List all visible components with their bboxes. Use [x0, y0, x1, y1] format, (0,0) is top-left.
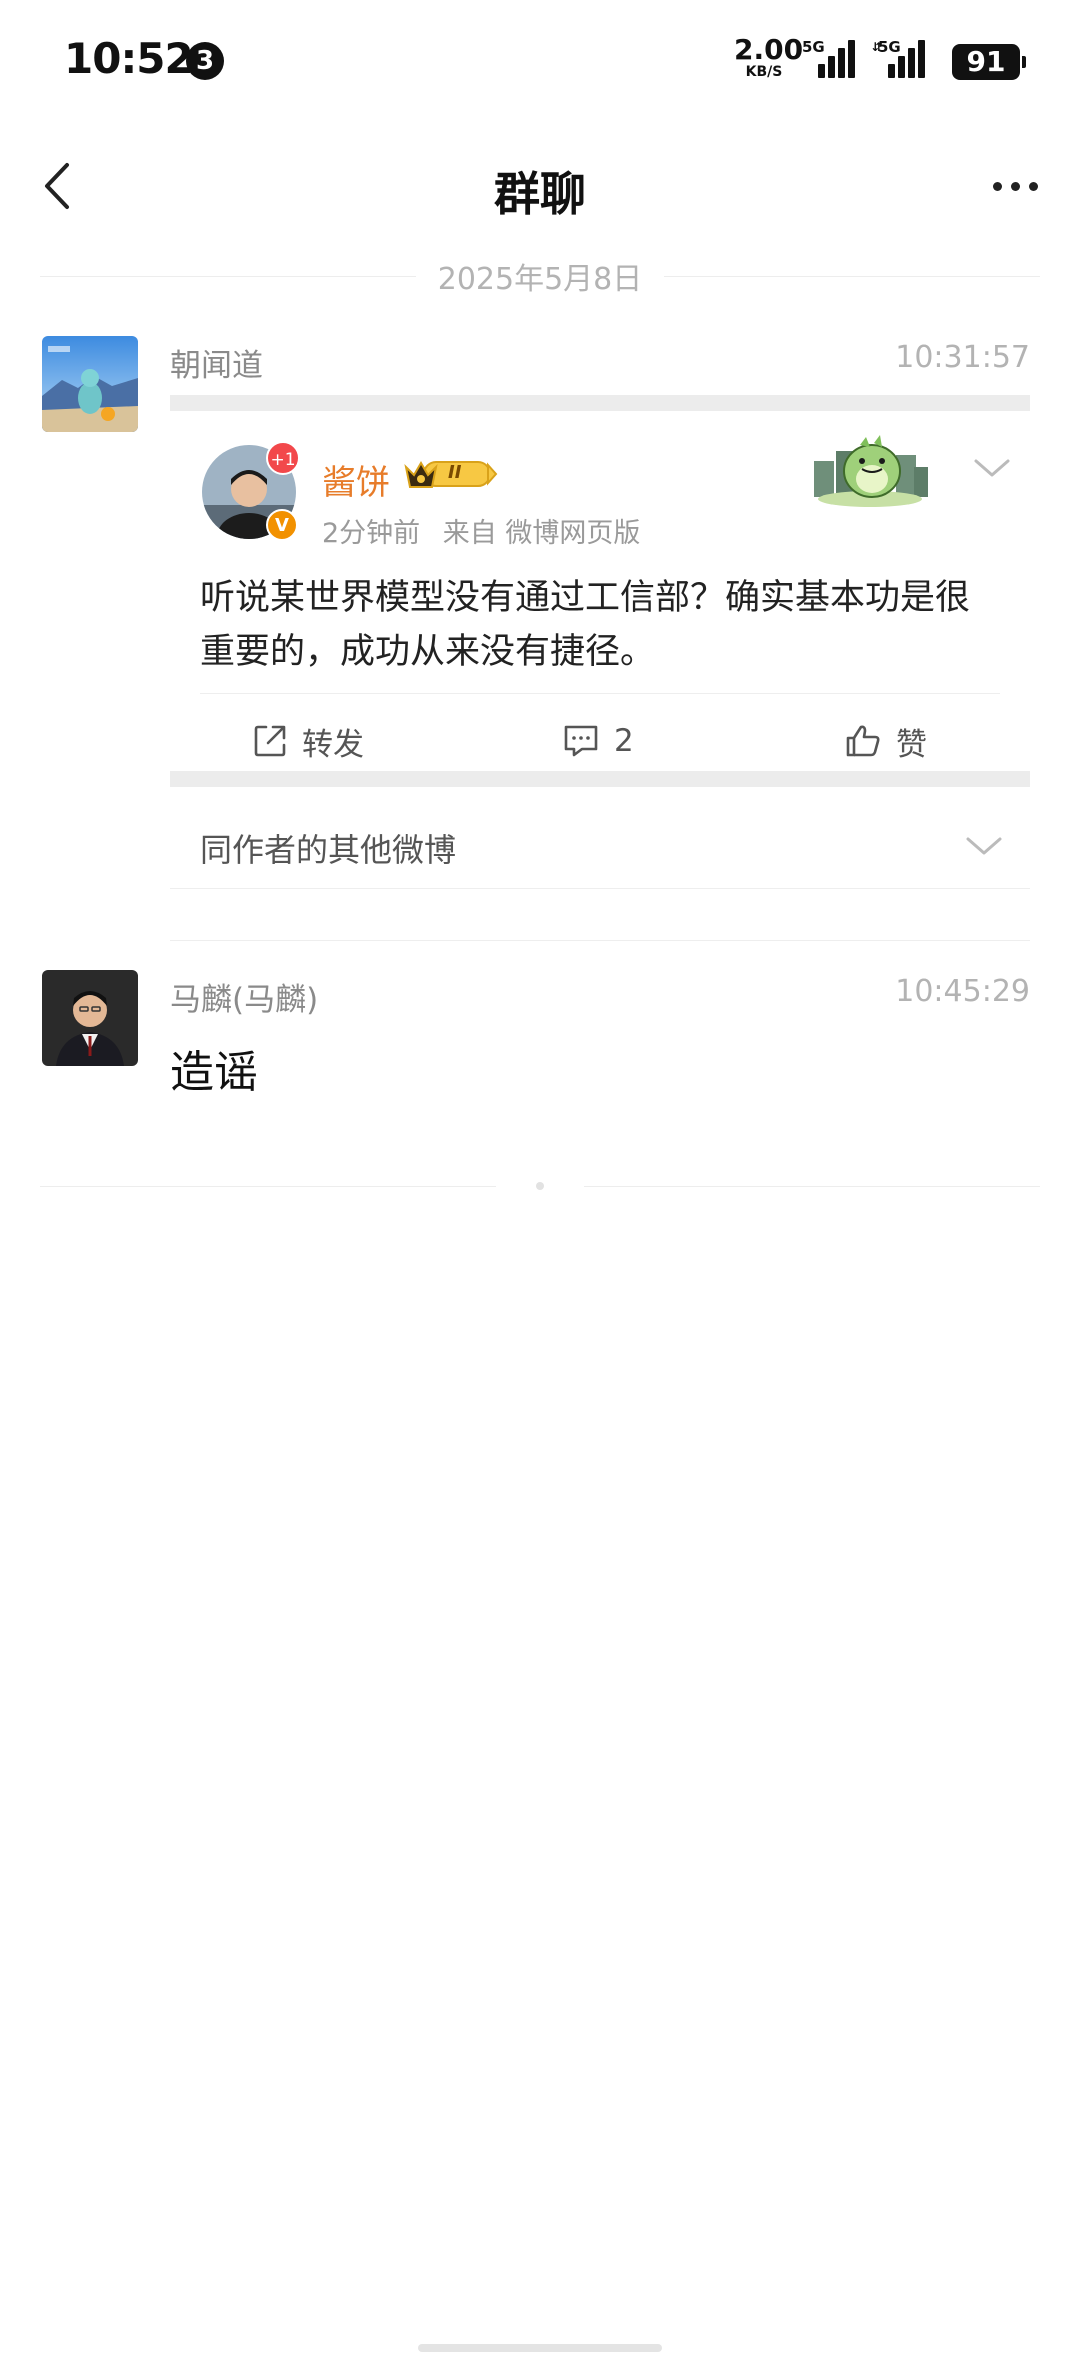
card-author-name[interactable]: 酱饼 — [322, 455, 390, 504]
comment-icon — [564, 725, 598, 757]
more-icon — [1010, 181, 1020, 191]
home-indicator[interactable] — [418, 2344, 662, 2352]
other-posts-label: 同作者的其他微博 — [200, 831, 457, 869]
like-icon — [846, 725, 880, 757]
like-button[interactable]: 赞 — [844, 694, 927, 788]
card-actions: 转发 2 赞 — [200, 693, 1000, 787]
verified-badge: V — [266, 509, 298, 541]
more-button[interactable] — [980, 158, 1050, 214]
network-speed-value: 2.00 — [734, 33, 804, 66]
dinosaur-sticker-icon — [810, 421, 930, 511]
network-type-label: 5G — [802, 38, 825, 56]
weibo-card[interactable]: +1 V 酱饼 II 2分钟前 来自 微博网页版 听说某世界模型没有通过工信部？… — [170, 395, 1030, 787]
repost-button[interactable]: 转发 — [252, 694, 364, 788]
level-badge-text: II — [448, 462, 462, 483]
card-meta: 2分钟前 来自 微博网页版 — [322, 511, 654, 550]
date-divider: 2025年5月8日 — [40, 256, 1040, 297]
divider — [170, 940, 1030, 941]
repost-label: 转发 — [302, 726, 364, 763]
page-title: 群聊 — [494, 167, 586, 221]
network-speed: 2.00 KB/S — [734, 33, 804, 80]
message-time: 10:45:29 — [895, 974, 1030, 1009]
sender-name: 朝闻道 — [170, 348, 263, 384]
signal-strength-icon: 5G — [802, 38, 858, 78]
notification-count-badge: 3 — [186, 42, 224, 80]
status-time: 10:52 — [64, 34, 194, 83]
battery-level: 91 — [966, 45, 1006, 78]
crown-icon: II — [402, 457, 498, 491]
card-content-text: 听说某世界模型没有通过工信部？确实基本功是很重要的，成功从来没有捷径。 — [200, 578, 971, 672]
more-icon — [1028, 181, 1038, 191]
card-post-time: 2分钟前 — [322, 518, 421, 549]
message-text[interactable]: 造谣 — [170, 1036, 258, 1100]
chevron-down-icon[interactable] — [970, 453, 1014, 483]
avatar[interactable] — [42, 336, 138, 432]
chevron-down-icon — [962, 831, 1006, 861]
more-icon — [992, 181, 1002, 191]
message-time: 10:31:57 — [895, 340, 1030, 375]
signal-strength-icon: 5G ⇵ — [872, 38, 928, 78]
network-speed-unit: KB/S — [745, 64, 783, 80]
comment-count: 2 — [614, 723, 634, 759]
end-divider — [40, 1180, 1040, 1192]
avatar[interactable] — [42, 970, 138, 1066]
follow-badge: +1 — [266, 441, 300, 475]
sender-name: 马麟(马麟) — [170, 982, 319, 1018]
header: 群聊 — [0, 140, 1080, 230]
card-post-source: 来自 微博网页版 — [442, 518, 641, 549]
battery-icon: 91 — [952, 44, 1026, 80]
date-label: 2025年5月8日 — [437, 262, 643, 297]
other-posts-row[interactable]: 同作者的其他微博 — [170, 803, 1030, 889]
like-label: 赞 — [896, 726, 927, 763]
comment-button[interactable]: 2 — [562, 694, 634, 788]
status-bar: 10:52 3 2.00 KB/S 5G 5G ⇵ 91 — [0, 0, 1080, 120]
repost-icon — [254, 725, 286, 757]
